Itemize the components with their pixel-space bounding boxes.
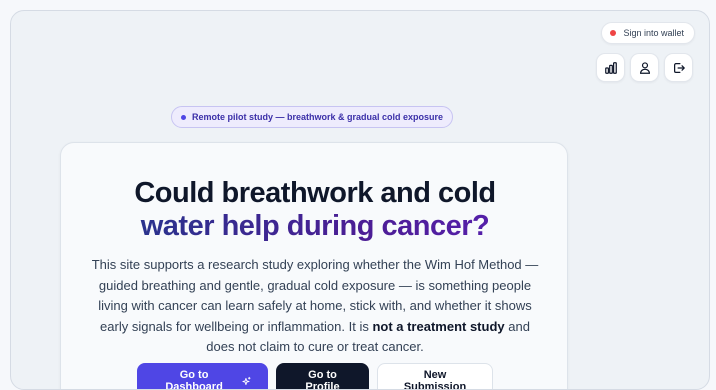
go-to-dashboard-button[interactable]: Go to Dashboard [137, 363, 268, 390]
hero-actions: Go to Dashboard Go to Profile New Submis… [61, 363, 569, 390]
new-submission-button[interactable]: New Submission [377, 363, 493, 390]
headline-line-2: water help during cancer? [61, 210, 569, 243]
hero-card: Could breathwork and cold water help dur… [60, 142, 569, 390]
stats-button[interactable] [596, 53, 625, 82]
headline-line-1: Could breathwork and cold [134, 177, 496, 209]
sparkle-icon [242, 376, 251, 385]
logout-icon [673, 62, 685, 73]
profile-label: Go to Profile [305, 369, 340, 390]
stats-icon [604, 61, 617, 74]
dashboard-label: Go to Dashboard [165, 369, 223, 390]
submission-label: New Submission [403, 369, 467, 390]
wallet-label: Sign into wallet [623, 28, 684, 38]
user-icon [639, 61, 650, 74]
sign-in-wallet-button[interactable]: Sign into wallet [601, 22, 695, 44]
badge-text: Remote pilot study — breathwork & gradua… [192, 112, 444, 122]
hero-description: This site supports a research study expl… [85, 255, 545, 358]
profile-button[interactable] [630, 53, 659, 82]
study-badge: Remote pilot study — breathwork & gradua… [171, 106, 454, 128]
description-emphasis: not a treatment study [372, 318, 505, 334]
go-to-profile-button[interactable]: Go to Profile [276, 363, 369, 390]
wallet-status-dot [610, 30, 617, 36]
hero-headline: Could breathwork and cold water help dur… [61, 177, 569, 243]
header-icon-row [596, 53, 693, 82]
app-frame: Sign into wallet Remote pilot study — br… [10, 10, 710, 390]
logout-button[interactable] [664, 53, 693, 82]
badge-dot [181, 114, 186, 120]
